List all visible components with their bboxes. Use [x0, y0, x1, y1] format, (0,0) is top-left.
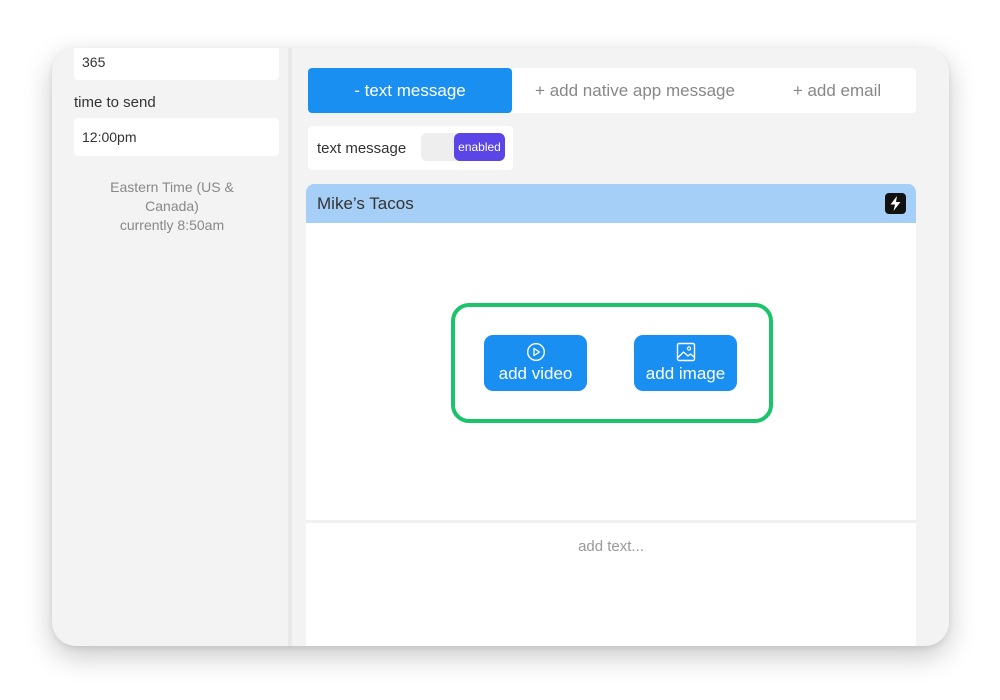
time-to-send-field[interactable]: 12:00pm	[74, 118, 279, 156]
text-placeholder: add text...	[578, 538, 644, 555]
time-to-send-label: time to send	[74, 94, 156, 111]
timezone-info: Eastern Time (US & Canada) currently 8:5…	[92, 178, 252, 235]
add-video-label: add video	[498, 364, 573, 383]
sidebar-divider	[288, 48, 292, 646]
days-field[interactable]: 365	[74, 48, 279, 80]
add-image-label: add image	[645, 364, 726, 383]
message-text-input[interactable]: add text...	[306, 523, 916, 646]
media-area: add video add image	[306, 223, 916, 520]
schedule-sidebar: 365 time to send 12:00pm Eastern Time (U…	[52, 48, 288, 646]
app-window: 365 time to send 12:00pm Eastern Time (U…	[52, 48, 949, 646]
timezone-line: Canada)	[145, 198, 199, 214]
business-name: Mike’s Tacos	[317, 193, 414, 213]
play-circle-icon	[526, 342, 545, 362]
tab-add-native-app-message[interactable]: + add native app message	[512, 68, 758, 113]
card-header: Mike’s Tacos	[306, 184, 916, 223]
image-icon	[676, 342, 695, 362]
text-message-toggle-row: text message enabled	[308, 126, 513, 170]
days-value: 365	[82, 54, 106, 70]
current-time-line: currently 8:50am	[119, 217, 225, 233]
media-buttons-highlight: add video add image	[451, 303, 773, 423]
add-video-button[interactable]: add video	[484, 335, 587, 391]
tab-text-message[interactable]: - text message	[308, 68, 512, 113]
toggle-label: text message	[317, 139, 407, 157]
add-image-button[interactable]: add image	[634, 335, 737, 391]
tab-add-email[interactable]: + add email	[758, 68, 916, 113]
bolt-icon[interactable]	[885, 193, 906, 214]
timezone-line: Eastern Time (US &	[110, 179, 234, 195]
message-type-tabs: - text message + add native app message …	[308, 68, 916, 113]
time-value: 12:00pm	[82, 129, 137, 145]
text-message-toggle[interactable]: enabled	[421, 133, 505, 161]
message-preview-card: Mike’s Tacos add video add image add tex…	[306, 184, 916, 646]
toggle-state-enabled: enabled	[454, 133, 505, 161]
